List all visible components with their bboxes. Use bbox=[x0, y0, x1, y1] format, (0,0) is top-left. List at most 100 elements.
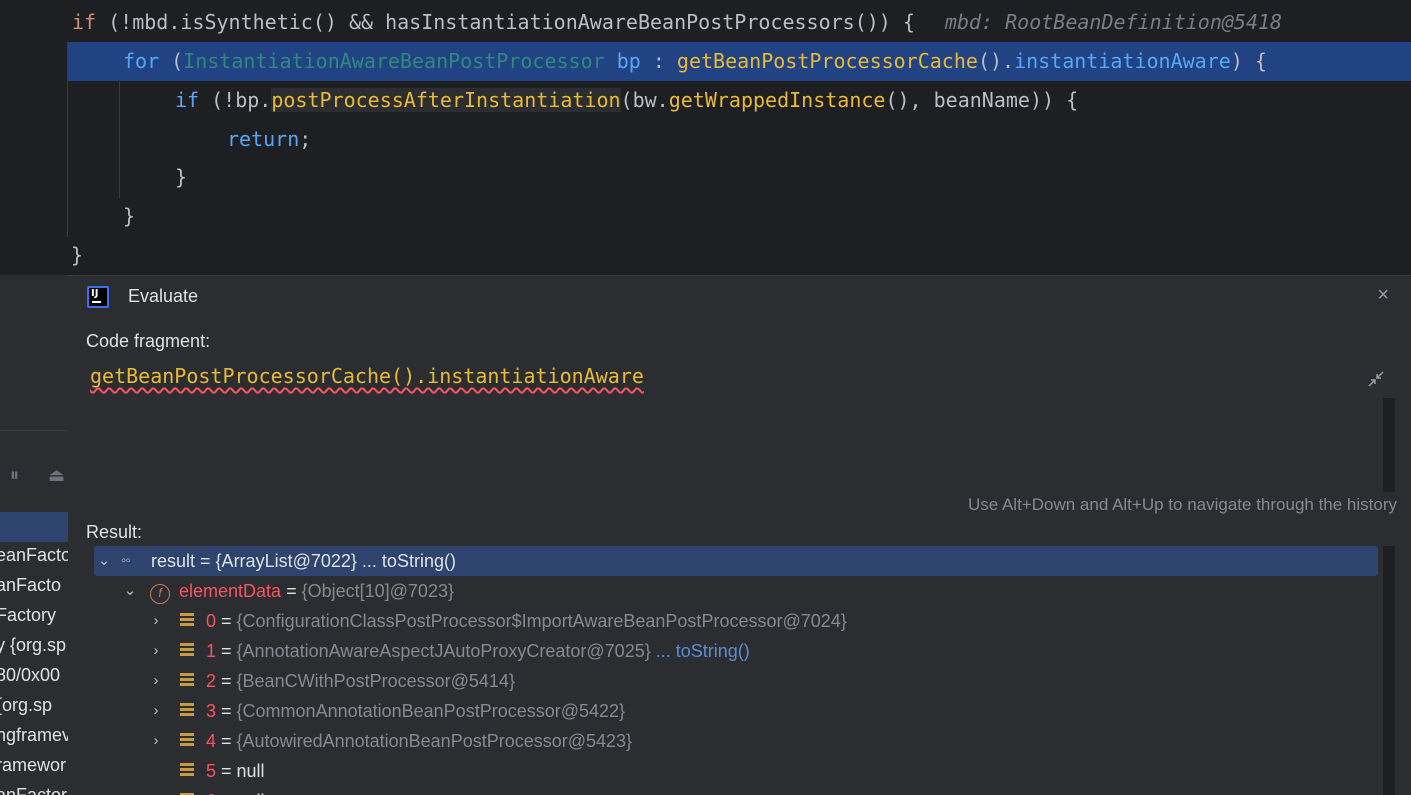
frame-item[interactable]: eanFacto bbox=[0, 540, 68, 570]
frame-item[interactable]: y {org.sp bbox=[0, 630, 68, 660]
tree-row-element[interactable]: 5 = null bbox=[94, 756, 1378, 786]
tostring-link[interactable]: ... toString() bbox=[656, 641, 750, 661]
frame-item[interactable]: anFacto bbox=[0, 570, 68, 600]
chevron-right-icon[interactable]: › bbox=[148, 636, 164, 666]
field-value: {Object[10]@7023} bbox=[301, 581, 454, 601]
field-ref: instantiationAware bbox=[1014, 49, 1231, 73]
keyword: for bbox=[123, 49, 160, 73]
close-icon[interactable]: × bbox=[1377, 284, 1389, 307]
code-text: (). bbox=[977, 49, 1015, 73]
code-fragment-text[interactable]: getBeanPostProcessorCache().instantiatio… bbox=[90, 364, 644, 388]
array-element-icon bbox=[180, 696, 194, 727]
frames-filter-icon[interactable]: ⏏ bbox=[48, 465, 65, 486]
tree-row-element[interactable]: 6 = null bbox=[94, 786, 1378, 795]
array-element-icon bbox=[180, 636, 194, 667]
chevron-right-icon[interactable]: › bbox=[148, 666, 164, 696]
keyword: return bbox=[227, 127, 300, 151]
element-value: null bbox=[236, 761, 265, 781]
keyword: if bbox=[175, 88, 200, 112]
result-tree[interactable]: ⌄ ◦◦ result = {ArrayList@7022} ... toStr… bbox=[94, 546, 1378, 795]
code-text: (), beanName)) { bbox=[885, 88, 1079, 112]
tree-row-element[interactable]: › 3 = {CommonAnnotationBeanPostProcessor… bbox=[94, 696, 1378, 726]
array-element-icon bbox=[180, 666, 194, 697]
tree-row-element[interactable]: › 2 = {BeanCWithPostProcessor@5414} bbox=[94, 666, 1378, 696]
code-text: ) { bbox=[1230, 49, 1267, 73]
fragment-scrollbar[interactable] bbox=[1383, 398, 1395, 492]
chevron-right-icon[interactable]: › bbox=[148, 726, 164, 756]
chevron-down-icon[interactable]: ⌄ bbox=[96, 546, 112, 576]
evaluate-dialog: Evaluate × Code fragment: getBeanPostPro… bbox=[68, 275, 1411, 795]
code-fragment-label: Code fragment: bbox=[86, 331, 211, 351]
inline-debug-hint: mbd: RootBeanDefinition@5418 bbox=[944, 10, 1283, 34]
array-element-icon bbox=[180, 756, 194, 787]
method-call: isSynthetic bbox=[180, 10, 313, 34]
code-text: (!bp. bbox=[199, 88, 272, 112]
element-index: 2 bbox=[206, 671, 217, 691]
code-line-3[interactable]: if (!bp.postProcessAfterInstantiation(bw… bbox=[0, 81, 1411, 120]
keyword: if bbox=[72, 10, 97, 34]
code-text: ()) { bbox=[854, 10, 915, 34]
element-value: {ConfigurationClassPostProcessor$ImportA… bbox=[236, 611, 847, 631]
code-text: } bbox=[71, 243, 84, 267]
code-text: : bbox=[640, 49, 677, 73]
method-call: getBeanPostProcessorCache bbox=[676, 49, 978, 73]
result-scrollbar[interactable] bbox=[1383, 546, 1395, 795]
result-label: Result: bbox=[86, 522, 143, 542]
variable: bp bbox=[604, 49, 641, 73]
element-value: null bbox=[237, 791, 265, 795]
code-line-2-current[interactable]: for (InstantiationAwareBeanPostProcessor… bbox=[68, 42, 1411, 81]
array-element-icon bbox=[180, 786, 194, 795]
frame-item[interactable]: anFactor bbox=[0, 780, 68, 795]
element-index: 3 bbox=[206, 701, 217, 721]
tostring-link[interactable]: ... toString() bbox=[362, 551, 456, 571]
tree-row-result[interactable]: ⌄ ◦◦ result = {ArrayList@7022} ... toStr… bbox=[94, 546, 1378, 576]
element-value: {AnnotationAwareAspectJAutoProxyCreator@… bbox=[236, 641, 651, 661]
method-call: hasInstantiationAwareBeanPostProcessors bbox=[385, 10, 855, 34]
code-fragment-editor[interactable]: getBeanPostProcessorCache().instantiatio… bbox=[86, 360, 1383, 490]
divider bbox=[0, 430, 68, 431]
array-element-icon bbox=[180, 726, 194, 757]
element-index: 5 bbox=[206, 761, 217, 781]
chevron-down-icon[interactable]: ⌄ bbox=[122, 576, 138, 606]
selected-frame-highlight bbox=[0, 512, 68, 542]
result-name: result bbox=[151, 551, 196, 571]
pause-icon[interactable]: ⏸ bbox=[10, 465, 19, 486]
code-text: (bw. bbox=[620, 88, 669, 112]
element-index: 1 bbox=[206, 641, 217, 661]
code-line-4[interactable]: return; bbox=[0, 120, 1411, 159]
element-value: {AutowiredAnnotationBeanPostProcessor@54… bbox=[236, 731, 633, 751]
code-text: } bbox=[175, 165, 188, 189]
tree-row-element[interactable]: › 0 = {ConfigurationClassPostProcessor$I… bbox=[94, 606, 1378, 636]
code-line-1[interactable]: if (!mbd.isSynthetic() && hasInstantiati… bbox=[0, 3, 1411, 42]
frame-item[interactable]: ramewor bbox=[0, 750, 68, 780]
dialog-title: Evaluate bbox=[128, 286, 199, 306]
collapse-icon[interactable] bbox=[1366, 369, 1386, 389]
field-icon: f bbox=[150, 576, 170, 606]
code-text: () && bbox=[312, 10, 386, 34]
tree-row-field[interactable]: ⌄ f elementData = {Object[10]@7023} bbox=[94, 576, 1378, 606]
frame-item[interactable]: ngframev bbox=[0, 720, 68, 750]
method-call: postProcessAfterInstantiation bbox=[271, 88, 621, 112]
frame-item[interactable]: {org.sp bbox=[0, 690, 68, 720]
intellij-logo-icon bbox=[87, 286, 109, 308]
code-line-7[interactable]: } bbox=[0, 236, 1411, 275]
tree-row-element[interactable]: › 1 = {AnnotationAwareAspectJAutoProxyCr… bbox=[94, 636, 1378, 666]
chevron-right-icon[interactable]: › bbox=[148, 696, 164, 726]
tree-row-element[interactable]: › 4 = {AutowiredAnnotationBeanPostProces… bbox=[94, 726, 1378, 756]
history-hint: Use Alt+Down and Alt+Up to navigate thro… bbox=[967, 495, 1397, 514]
code-line-5[interactable]: } bbox=[0, 158, 1411, 197]
code-line-6[interactable]: } bbox=[0, 197, 1411, 236]
chevron-right-icon[interactable]: › bbox=[148, 606, 164, 636]
frame-item[interactable]: Factory bbox=[0, 600, 68, 630]
element-index: 0 bbox=[206, 611, 217, 631]
frame-item[interactable]: 80/0x00 bbox=[0, 660, 68, 690]
type-name: InstantiationAwareBeanPostProcessor bbox=[183, 49, 605, 73]
field-name: elementData bbox=[179, 581, 282, 601]
code-editor[interactable]: if (!mbd.isSynthetic() && hasInstantiati… bbox=[0, 0, 1411, 275]
result-value: {ArrayList@7022} bbox=[215, 551, 357, 571]
method-call: getWrappedInstance bbox=[668, 88, 886, 112]
element-index: 6 bbox=[206, 791, 216, 795]
element-value: {BeanCWithPostProcessor@5414} bbox=[236, 671, 515, 691]
code-text: } bbox=[123, 204, 136, 228]
watch-glasses-icon: ◦◦ bbox=[121, 552, 131, 569]
